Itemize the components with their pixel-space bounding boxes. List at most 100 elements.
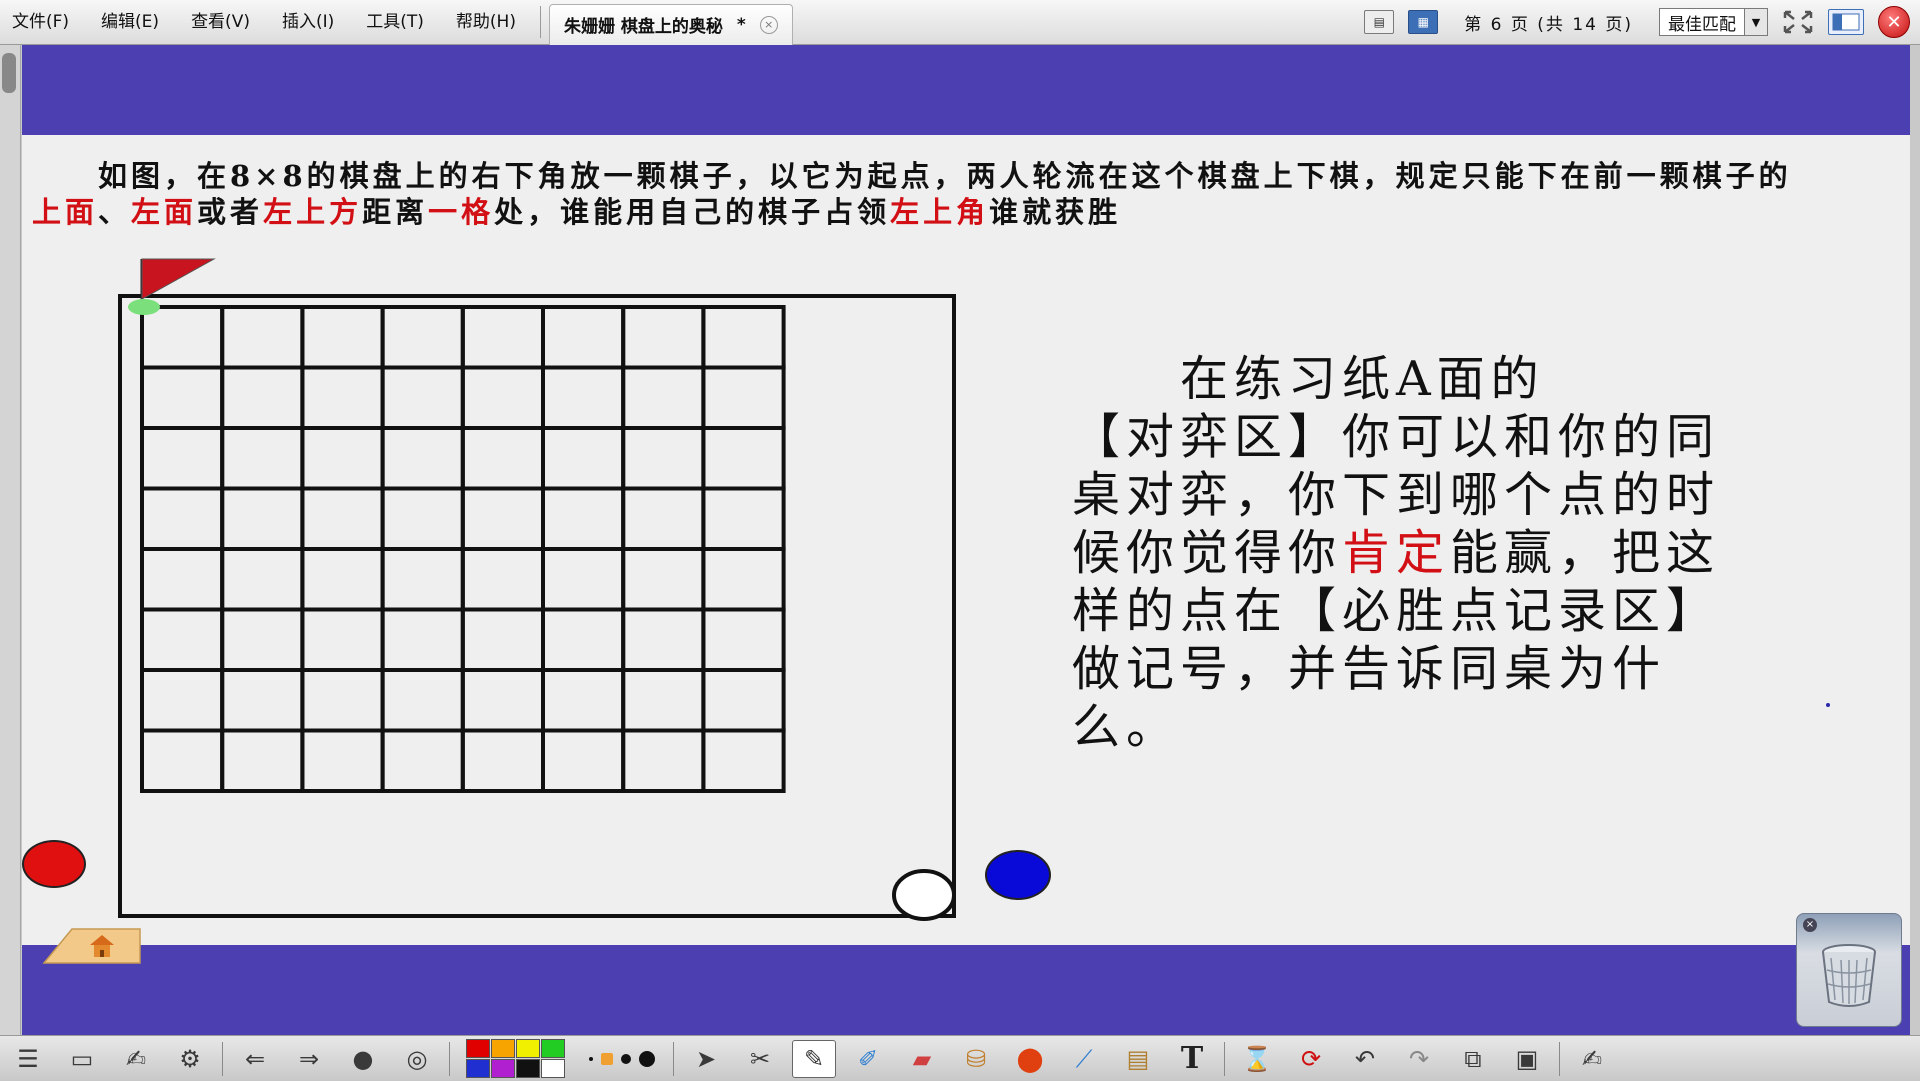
board-square[interactable] [621,607,706,672]
slide-list-icon[interactable]: ☰ [6,1040,50,1078]
board-square[interactable] [380,305,465,370]
menu-view[interactable]: 查看(V) [175,0,266,44]
board-square[interactable] [541,365,626,430]
browser-icon[interactable]: ◎ [395,1040,439,1078]
color-swatch[interactable] [541,1039,565,1058]
color-swatch[interactable] [516,1059,540,1078]
board-square[interactable] [701,305,786,370]
board-square[interactable] [300,668,385,733]
board-square[interactable] [621,728,706,793]
undo-icon[interactable]: ↶ [1343,1040,1387,1078]
board-square[interactable] [621,365,706,430]
board-square[interactable] [300,728,385,793]
color-swatch[interactable] [466,1039,490,1058]
board-square[interactable] [380,426,465,491]
board-square[interactable] [460,668,545,733]
color-palette[interactable] [466,1039,565,1078]
board-square[interactable] [140,365,225,430]
color-swatch[interactable] [491,1039,515,1058]
panel-toggle-handle[interactable] [2,53,16,93]
board-square[interactable] [541,486,626,551]
board-square[interactable] [460,365,545,430]
menu-tools[interactable]: 工具(T) [350,0,440,44]
board-square[interactable] [140,486,225,551]
document-tab-close-icon[interactable]: × [759,15,778,34]
board-square[interactable] [300,426,385,491]
chevron-down-icon[interactable]: ▼ [1744,9,1767,35]
board-square[interactable] [621,305,706,370]
board-square[interactable] [621,668,706,733]
board-square[interactable] [701,547,786,612]
board-square[interactable] [460,547,545,612]
board-square[interactable] [140,728,225,793]
board-square[interactable] [140,607,225,672]
board-square[interactable] [220,547,305,612]
trash-bin-icon[interactable] [1819,940,1879,1010]
select-arrow-icon[interactable]: ➤ [684,1040,728,1078]
text-icon[interactable]: T [1170,1040,1214,1078]
board-square[interactable] [220,607,305,672]
hourglass-icon[interactable]: ⌛ [1235,1040,1279,1078]
board-square[interactable] [300,486,385,551]
pen-size-picker[interactable] [581,1050,663,1067]
window-icon[interactable]: ▣ [1505,1040,1549,1078]
signature-icon[interactable]: ✍ [1570,1040,1614,1078]
menu-file[interactable]: 文件(F) [0,0,85,44]
board-square[interactable] [380,607,465,672]
board-square[interactable] [380,365,465,430]
highlighter-icon[interactable]: ✐ [846,1040,890,1078]
left-panel-strip[interactable] [0,45,21,1035]
board-square[interactable] [380,728,465,793]
board-square[interactable] [541,668,626,733]
next-page-icon[interactable]: ⇒ [287,1040,331,1078]
settings-icon[interactable]: ⚙ [168,1040,212,1078]
board-square[interactable] [460,486,545,551]
board-square[interactable] [140,305,225,370]
fill-icon[interactable]: ⛁ [954,1040,998,1078]
shape-icon[interactable]: ⬤ [1008,1040,1052,1078]
presentation-icon[interactable]: ▭ [60,1040,104,1078]
play-icon[interactable]: ● [341,1040,385,1078]
document-tab[interactable]: 朱姗姗 棋盘上的奥秘 * × [548,3,793,45]
chessboard[interactable] [102,241,982,921]
color-swatch[interactable] [466,1059,490,1078]
board-square[interactable] [701,486,786,551]
board-square[interactable] [380,547,465,612]
board-square[interactable] [541,305,626,370]
board-square[interactable] [300,365,385,430]
board-square[interactable] [220,486,305,551]
board-square[interactable] [140,426,225,491]
board-square[interactable] [220,728,305,793]
board-square[interactable] [541,547,626,612]
close-app-button[interactable]: ✕ [1878,6,1910,38]
board-square[interactable] [621,426,706,491]
board-square[interactable] [220,305,305,370]
home-icon[interactable] [42,925,142,965]
board-square[interactable] [380,486,465,551]
color-swatch[interactable] [516,1039,540,1058]
pen-size-small[interactable] [589,1056,593,1061]
board-square[interactable] [460,607,545,672]
board-square[interactable] [701,668,786,733]
fullscreen-icon[interactable] [1782,9,1814,35]
pen-size-xlarge[interactable] [639,1050,655,1067]
board-square[interactable] [460,728,545,793]
color-swatch[interactable] [541,1059,565,1078]
menu-insert[interactable]: 插入(I) [266,0,350,44]
clear-icon[interactable]: ▤ [1116,1040,1160,1078]
pen-icon[interactable]: ✎ [792,1039,836,1078]
redo-icon[interactable]: ↷ [1397,1040,1441,1078]
board-square[interactable] [380,668,465,733]
menu-edit[interactable]: 编辑(E) [85,0,175,44]
tools-icon[interactable]: ✂ [738,1040,782,1078]
board-square[interactable] [220,365,305,430]
eraser-icon[interactable]: ▰ [900,1040,944,1078]
red-piece[interactable] [22,840,86,888]
board-square[interactable] [300,547,385,612]
page-sorter-icon[interactable]: ▦ [1408,10,1439,34]
color-swatch[interactable] [491,1059,515,1078]
board-square[interactable] [541,426,626,491]
trash-panel[interactable]: × [1796,913,1902,1027]
board-square[interactable] [621,547,706,612]
board-square[interactable] [140,547,225,612]
